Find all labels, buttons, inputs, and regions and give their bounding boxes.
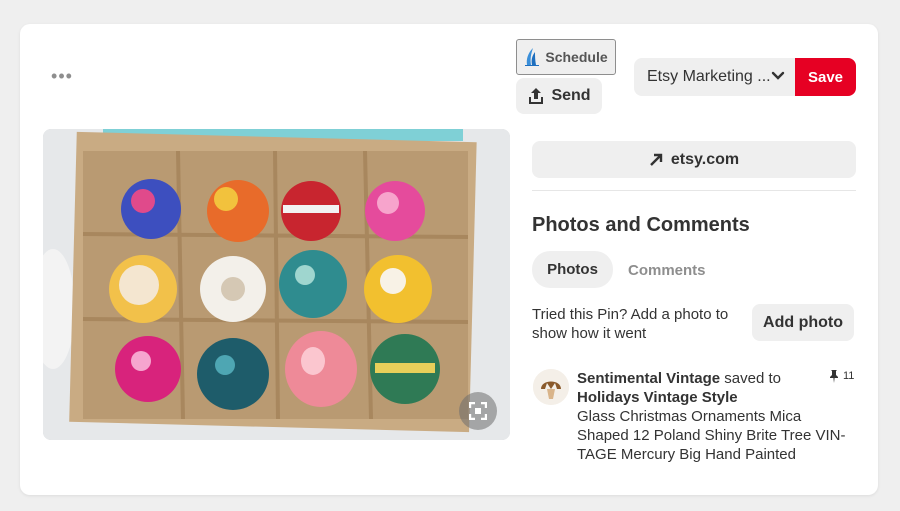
photos-comments-title: Photos and Comments xyxy=(532,214,750,236)
expand-image-button[interactable] xyxy=(459,392,497,430)
tab-comments[interactable]: Comments xyxy=(628,262,706,279)
schedule-button[interactable]: Schedule xyxy=(516,39,616,75)
chevron-down-icon xyxy=(771,71,785,80)
pushpin-icon xyxy=(830,370,838,383)
send-label: Send xyxy=(551,87,591,104)
source-link-button[interactable]: etsy.com xyxy=(532,141,856,178)
activity-board[interactable]: Holidays Vintage Style xyxy=(577,389,738,406)
activity-description: Glass Christmas Ornaments Mica Shaped 12… xyxy=(577,408,846,463)
activity-item: Sentimental Vintage saved to Holidays Vi… xyxy=(577,369,857,464)
more-options-button[interactable]: ••• xyxy=(50,64,74,88)
activity-user[interactable]: Sentimental Vintage xyxy=(577,370,720,387)
pin-count: 11 xyxy=(829,369,854,383)
add-photo-button[interactable]: Add photo xyxy=(752,304,854,341)
schedule-label: Schedule xyxy=(545,49,608,65)
source-link-label: etsy.com xyxy=(670,150,740,168)
expand-icon xyxy=(469,402,487,420)
schedule-logo-icon xyxy=(525,48,540,66)
send-button[interactable]: Send xyxy=(516,78,602,114)
activity-action: saved to xyxy=(724,370,781,387)
tab-photos[interactable]: Photos xyxy=(532,251,613,288)
board-select-dropdown[interactable]: Etsy Marketing ... xyxy=(634,58,796,96)
save-button[interactable]: Save xyxy=(795,58,856,96)
board-select-label: Etsy Marketing ... xyxy=(647,68,771,85)
avatar[interactable] xyxy=(533,369,569,405)
share-upload-icon xyxy=(529,88,544,104)
more-horizontal-icon: ••• xyxy=(51,65,73,86)
section-divider xyxy=(532,190,856,191)
arrow-up-right-icon xyxy=(650,153,663,166)
pin-count-value: 11 xyxy=(843,370,855,382)
add-photo-prompt: Tried this Pin? Add a photo to show how … xyxy=(532,306,729,342)
pin-image[interactable] xyxy=(43,129,510,440)
